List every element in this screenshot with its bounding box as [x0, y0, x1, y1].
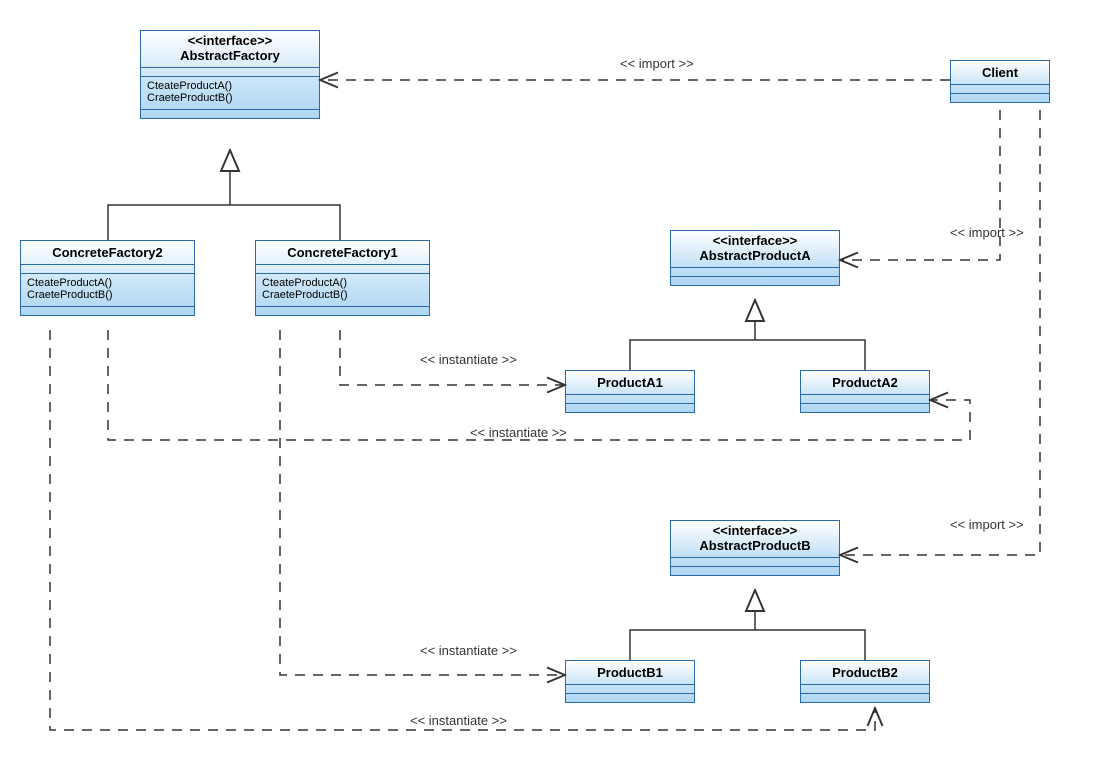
class-concrete-factory-2: ConcreteFactory2 CteateProductA() Craete…	[20, 240, 195, 316]
class-name: ConcreteFactory2	[52, 245, 163, 260]
class-name: ProductA2	[832, 375, 898, 390]
class-name: AbstractProductA	[699, 248, 810, 263]
stereotype: <<interface>>	[677, 523, 833, 538]
label-import: << import >>	[950, 225, 1024, 240]
class-product-b2: ProductB2	[800, 660, 930, 703]
class-product-a1: ProductA1	[565, 370, 695, 413]
class-name: ProductB2	[832, 665, 898, 680]
operation: CraeteProductB()	[147, 92, 313, 104]
label-instantiate: << instantiate >>	[410, 713, 507, 728]
operation: CteateProductA()	[262, 277, 423, 289]
class-name: ConcreteFactory1	[287, 245, 398, 260]
class-concrete-factory-1: ConcreteFactory1 CteateProductA() Craete…	[255, 240, 430, 316]
label-instantiate: << instantiate >>	[470, 425, 567, 440]
label-instantiate: << instantiate >>	[420, 643, 517, 658]
label-import: << import >>	[950, 517, 1024, 532]
class-client: Client	[950, 60, 1050, 103]
label-import: << import >>	[620, 56, 694, 71]
class-product-a2: ProductA2	[800, 370, 930, 413]
stereotype: <<interface>>	[147, 33, 313, 48]
class-name: AbstractFactory	[180, 48, 280, 63]
operation: CraeteProductB()	[262, 289, 423, 301]
class-name: ProductB1	[597, 665, 663, 680]
class-name: Client	[982, 65, 1018, 80]
operation: CteateProductA()	[27, 277, 188, 289]
label-instantiate: << instantiate >>	[420, 352, 517, 367]
stereotype: <<interface>>	[677, 233, 833, 248]
operation: CteateProductA()	[147, 80, 313, 92]
class-name: AbstractProductB	[699, 538, 810, 553]
class-abstract-product-b: <<interface>> AbstractProductB	[670, 520, 840, 576]
operation: CraeteProductB()	[27, 289, 188, 301]
class-abstract-product-a: <<interface>> AbstractProductA	[670, 230, 840, 286]
class-name: ProductA1	[597, 375, 663, 390]
class-abstract-factory: <<interface>> AbstractFactory CteateProd…	[140, 30, 320, 119]
class-product-b1: ProductB1	[565, 660, 695, 703]
